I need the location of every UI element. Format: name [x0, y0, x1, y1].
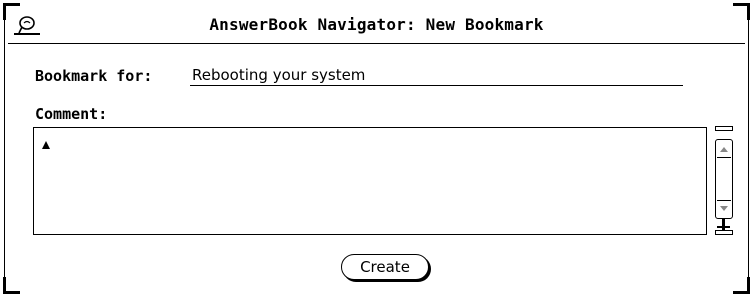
- scrollbar-cable: [722, 219, 725, 230]
- scrollbar-cable-base: [717, 226, 730, 228]
- window-frame-edge: [748, 8, 749, 288]
- window-frame-edge: [4, 8, 5, 288]
- scroll-down-arrow-icon: [720, 206, 728, 211]
- create-button[interactable]: Create: [341, 254, 429, 280]
- scrollbar-bottom-anchor[interactable]: [715, 230, 733, 235]
- window-frame-corner[interactable]: [3, 277, 20, 294]
- window-title: AnswerBook Navigator: New Bookmark: [209, 15, 544, 34]
- scroll-down-button[interactable]: [717, 200, 731, 216]
- scrollbar-top-anchor[interactable]: [715, 126, 733, 131]
- scroll-up-button[interactable]: [717, 142, 731, 158]
- scroll-up-arrow-icon: [720, 147, 728, 152]
- comment-scrollbar[interactable]: [713, 126, 735, 238]
- bookmark-for-label: Bookmark for:: [35, 67, 153, 85]
- title-bar[interactable]: AnswerBook Navigator: New Bookmark: [8, 8, 745, 44]
- text-caret-icon: [42, 141, 50, 149]
- comment-label: Comment:: [35, 105, 108, 123]
- scrollbar-elevator[interactable]: [715, 139, 733, 219]
- bookmark-for-field[interactable]: Rebooting your system: [190, 64, 683, 86]
- comment-textarea[interactable]: [33, 127, 707, 235]
